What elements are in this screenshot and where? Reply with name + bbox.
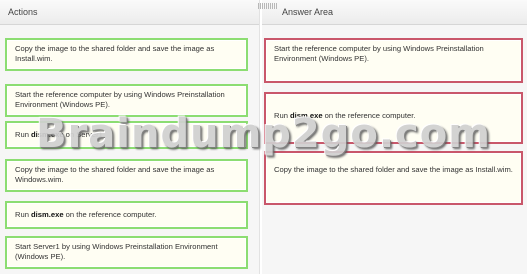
action-item[interactable]: Start Server1 by using Windows Preinstal… — [5, 236, 248, 269]
action-item[interactable]: Run dism.exe on the reference computer. — [5, 201, 248, 229]
action-item[interactable]: Run dism.exe on Server1. — [5, 121, 248, 149]
action-item[interactable]: Copy the image to the shared folder and … — [5, 38, 248, 71]
splitter-grip[interactable] — [258, 3, 278, 9]
answer-slot[interactable]: Copy the image to the shared folder and … — [264, 151, 523, 205]
action-item[interactable]: Start the reference computer by using Wi… — [5, 84, 248, 117]
answer-slot[interactable]: Run dism.exe on the reference computer. — [264, 92, 523, 144]
answer-area-header: Answer Area — [262, 0, 527, 25]
answer-slot[interactable]: Start the reference computer by using Wi… — [264, 38, 523, 83]
actions-header: Actions — [0, 0, 259, 25]
action-item[interactable]: Copy the image to the shared folder and … — [5, 159, 248, 192]
